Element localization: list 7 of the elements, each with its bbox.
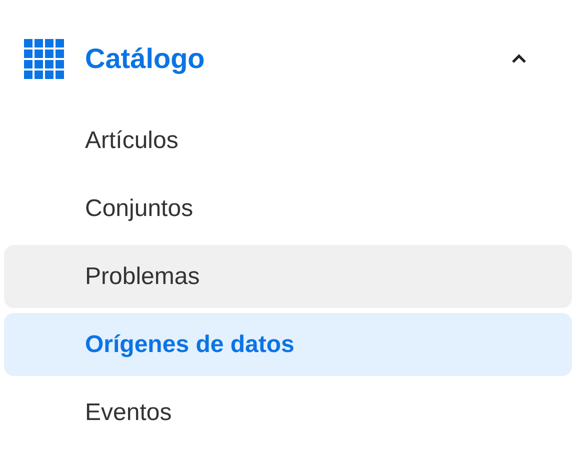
grid-icon: [24, 39, 64, 79]
menu-item[interactable]: Problemas: [4, 245, 572, 308]
menu-item[interactable]: Artículos: [4, 109, 572, 172]
menu-item[interactable]: Eventos: [4, 381, 572, 444]
menu-item[interactable]: Orígenes de datos: [4, 313, 572, 376]
section-header[interactable]: Catálogo: [0, 28, 572, 90]
menu-item[interactable]: Conjuntos: [4, 177, 572, 240]
